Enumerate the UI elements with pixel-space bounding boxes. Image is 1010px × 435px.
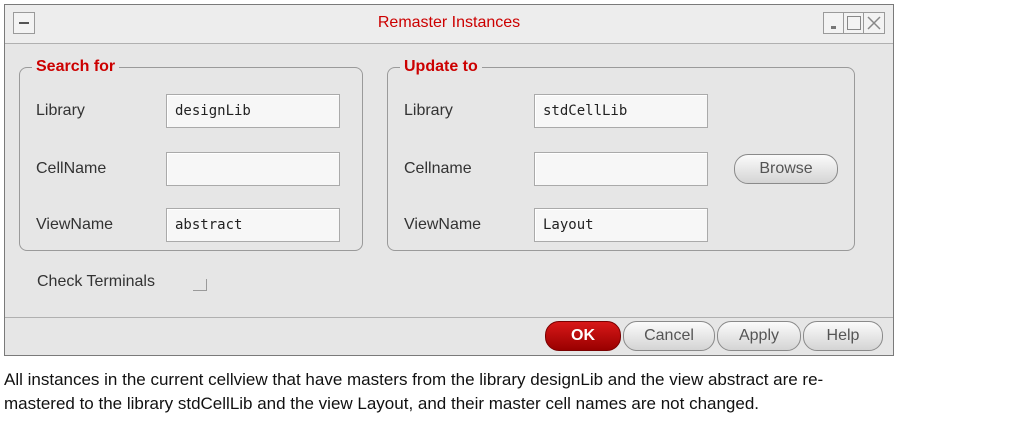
update-to-legend: Update to — [400, 56, 482, 78]
search-library-label: Library — [36, 102, 85, 119]
update-cellname-input[interactable] — [534, 152, 708, 186]
update-library-input[interactable]: stdCellLib — [534, 94, 708, 128]
browse-button[interactable]: Browse — [734, 154, 838, 184]
search-cellname-label: CellName — [36, 160, 107, 177]
apply-button[interactable]: Apply — [717, 321, 801, 351]
search-viewname-input[interactable]: abstract — [166, 208, 340, 242]
window-title: Remaster Instances — [377, 14, 521, 31]
search-cellname-input[interactable] — [166, 152, 340, 186]
update-cellname-label: Cellname — [404, 160, 472, 177]
update-viewname-input[interactable]: Layout — [534, 208, 708, 242]
search-viewname-label: ViewName — [36, 216, 114, 233]
search-library-input[interactable]: designLib — [166, 94, 340, 128]
remaster-instances-dialog: Remaster Instances Search for Library de… — [4, 4, 894, 356]
search-for-group: Search for Library designLib CellName Vi… — [19, 56, 363, 251]
help-button[interactable]: Help — [803, 321, 883, 351]
caption-line-1: All instances in the current cellview th… — [4, 370, 824, 389]
ok-button[interactable]: OK — [545, 321, 621, 351]
cancel-button[interactable]: Cancel — [623, 321, 715, 351]
search-for-legend: Search for — [32, 56, 120, 78]
minimize-icon[interactable] — [823, 12, 845, 34]
check-terminals-checkbox[interactable] — [193, 279, 207, 291]
update-viewname-label: ViewName — [404, 216, 482, 233]
caption-line-2: mastered to the library stdCellLib and t… — [4, 394, 760, 413]
title-bar[interactable]: Remaster Instances — [5, 5, 893, 44]
update-library-label: Library — [404, 102, 453, 119]
button-area-divider — [5, 317, 893, 318]
close-icon[interactable] — [863, 12, 885, 34]
check-terminals-label: Check Terminals — [37, 273, 155, 290]
maximize-icon[interactable] — [843, 12, 865, 34]
update-to-group: Update to Library stdCellLib Cellname Br… — [387, 56, 855, 251]
figure-caption: All instances in the current cellview th… — [4, 368, 1004, 416]
